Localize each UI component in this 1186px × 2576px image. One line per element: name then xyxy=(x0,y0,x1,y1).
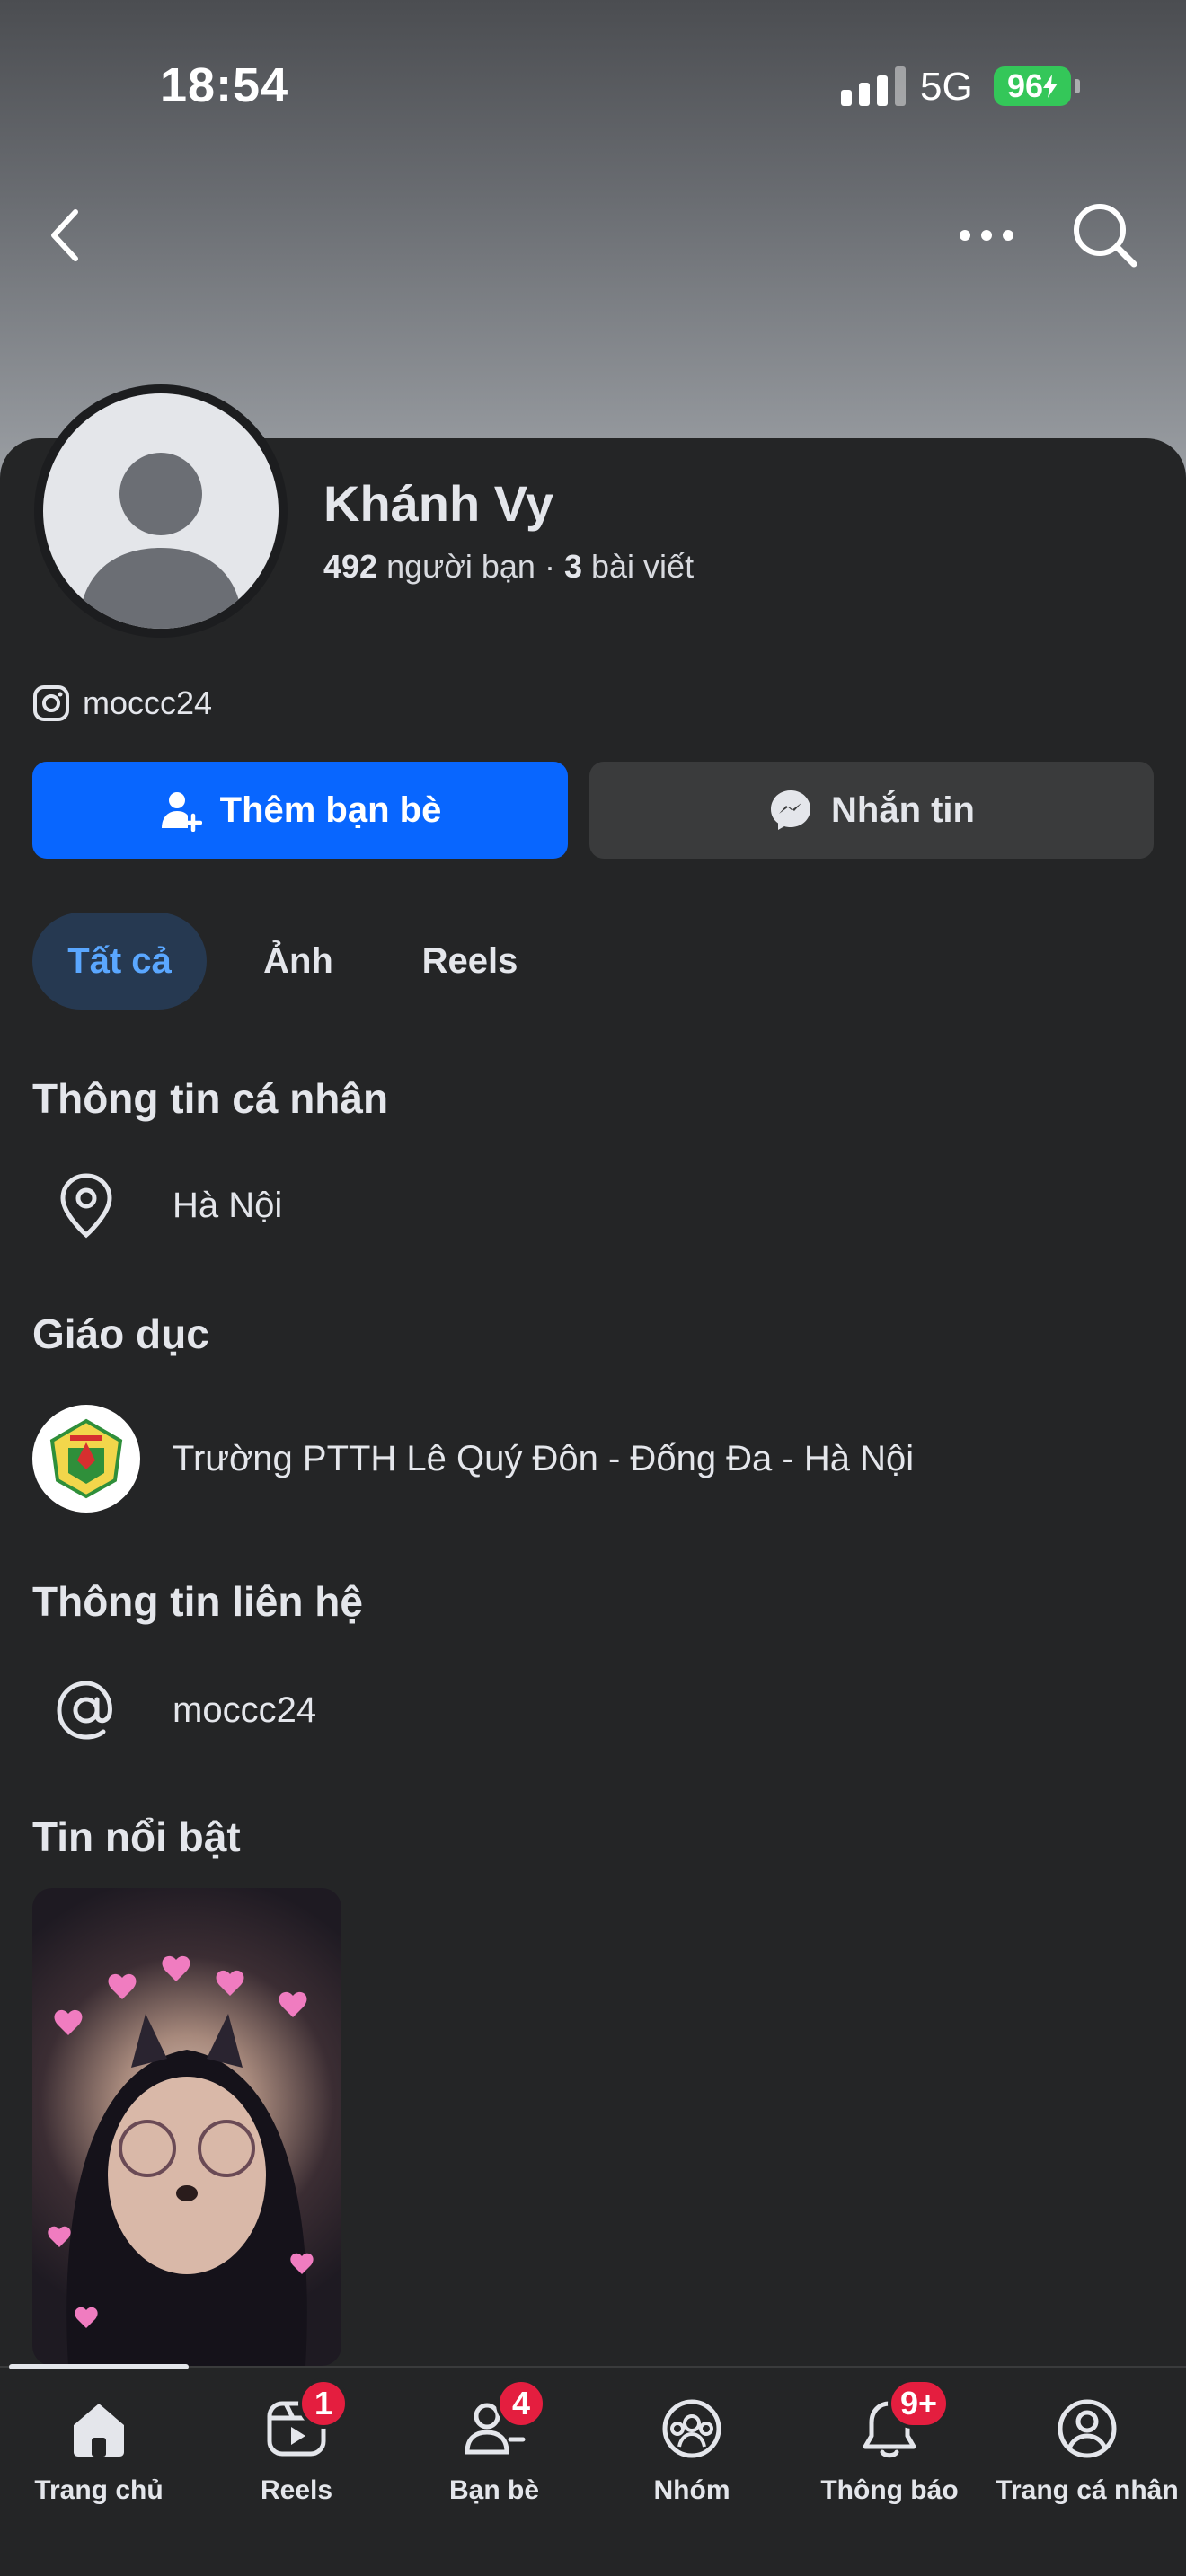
bell-icon: 9+ xyxy=(852,2378,951,2465)
add-friend-icon xyxy=(161,792,202,832)
at-sign-icon xyxy=(32,1656,140,1764)
nav-label-notifications: Thông báo xyxy=(820,2475,959,2505)
more-dots-icon xyxy=(960,230,1013,241)
section-title-education: Giáo dục xyxy=(32,1310,209,1357)
more-options-button[interactable] xyxy=(951,203,1022,268)
tab-all[interactable]: Tất cả xyxy=(32,913,207,1010)
nav-label-profile: Trang cá nhân xyxy=(996,2475,1179,2505)
instagram-icon xyxy=(33,685,69,721)
message-label: Nhắn tin xyxy=(831,790,975,830)
notifications-badge: 9+ xyxy=(888,2378,951,2429)
battery-cap xyxy=(1075,79,1080,93)
nav-label-reels: Reels xyxy=(260,2475,333,2505)
profile-name: Khánh Vy xyxy=(323,475,554,532)
chevron-left-icon xyxy=(51,209,78,261)
school-text: Trường PTTH Lê Quý Đôn - Đống Đa - Hà Nộ… xyxy=(173,1438,915,1478)
nav-item-profile[interactable]: Trang cá nhân xyxy=(988,2368,1186,2511)
search-icon xyxy=(1074,204,1137,268)
education-row[interactable]: Trường PTTH Lê Quý Đôn - Đống Đa - Hà Nộ… xyxy=(32,1405,914,1513)
instagram-link[interactable]: moccc24 xyxy=(32,684,212,722)
location-row: Hà Nội xyxy=(32,1151,282,1259)
profile-stats: 492 người bạn · 3 bài viết xyxy=(323,548,694,586)
reels-badge: 1 xyxy=(298,2378,349,2429)
section-title-personal-info: Thông tin cá nhân xyxy=(32,1075,389,1122)
nav-item-groups[interactable]: Nhóm xyxy=(593,2368,791,2511)
section-title-highlights: Tin nổi bật xyxy=(32,1813,241,1860)
tab-reels[interactable]: Reels xyxy=(395,913,544,1010)
bottom-nav: Trang chủ 1 Reels 4 Bạn bè Nhóm 9+ Thông… xyxy=(0,2366,1186,2576)
network-type: 5G xyxy=(920,65,973,109)
friends-icon: 4 xyxy=(456,2378,546,2465)
home-icon xyxy=(61,2393,137,2465)
stats-separator: · xyxy=(544,548,555,585)
friends-badge: 4 xyxy=(496,2378,546,2429)
posts-count: 3 xyxy=(563,548,582,585)
active-tab-indicator xyxy=(9,2364,189,2369)
signal-icon xyxy=(841,66,906,106)
contact-username: moccc24 xyxy=(173,1689,317,1730)
posts-label: bài viết xyxy=(591,548,695,585)
profile-icon xyxy=(1049,2393,1125,2465)
message-button[interactable]: Nhắn tin xyxy=(589,762,1154,859)
groups-icon xyxy=(654,2393,730,2465)
battery-level: 96 xyxy=(1006,67,1044,104)
nav-item-friends[interactable]: 4 Bạn bè xyxy=(395,2368,593,2511)
messenger-icon xyxy=(771,790,810,830)
default-avatar-icon xyxy=(79,453,243,629)
location-pin-icon xyxy=(32,1151,140,1259)
tab-photos[interactable]: Ảnh xyxy=(235,913,361,1010)
reels-icon: 1 xyxy=(259,2378,349,2465)
section-title-contact: Thông tin liên hệ xyxy=(32,1578,363,1625)
instagram-handle: moccc24 xyxy=(83,684,213,721)
back-button[interactable] xyxy=(32,199,97,271)
nav-label-friends: Bạn bè xyxy=(448,2475,540,2505)
status-bar: 18:54 5G 96 xyxy=(0,0,1186,171)
highlight-story-thumbnail xyxy=(48,1955,314,2366)
nav-item-home[interactable]: Trang chủ xyxy=(0,2368,198,2511)
battery-icon: 96 xyxy=(994,66,1071,106)
friends-count[interactable]: 492 xyxy=(323,548,377,585)
location-text: Hà Nội xyxy=(173,1185,283,1225)
nav-item-notifications[interactable]: 9+ Thông báo xyxy=(791,2368,988,2511)
search-button[interactable] xyxy=(1067,198,1143,273)
charging-bolt-icon xyxy=(1043,75,1058,98)
school-logo-icon xyxy=(32,1405,140,1513)
contact-row: moccc24 xyxy=(32,1656,316,1764)
status-time: 18:54 xyxy=(160,58,289,112)
avatar[interactable] xyxy=(43,393,279,629)
add-friend-button[interactable]: Thêm bạn bè xyxy=(32,762,568,859)
friends-label[interactable]: người bạn xyxy=(386,548,535,585)
add-friend-label: Thêm bạn bè xyxy=(219,790,442,830)
nav-label-groups: Nhóm xyxy=(653,2475,730,2505)
nav-label-home: Trang chủ xyxy=(34,2475,164,2505)
nav-item-reels[interactable]: 1 Reels xyxy=(198,2368,395,2511)
highlight-story[interactable] xyxy=(32,1888,341,2366)
